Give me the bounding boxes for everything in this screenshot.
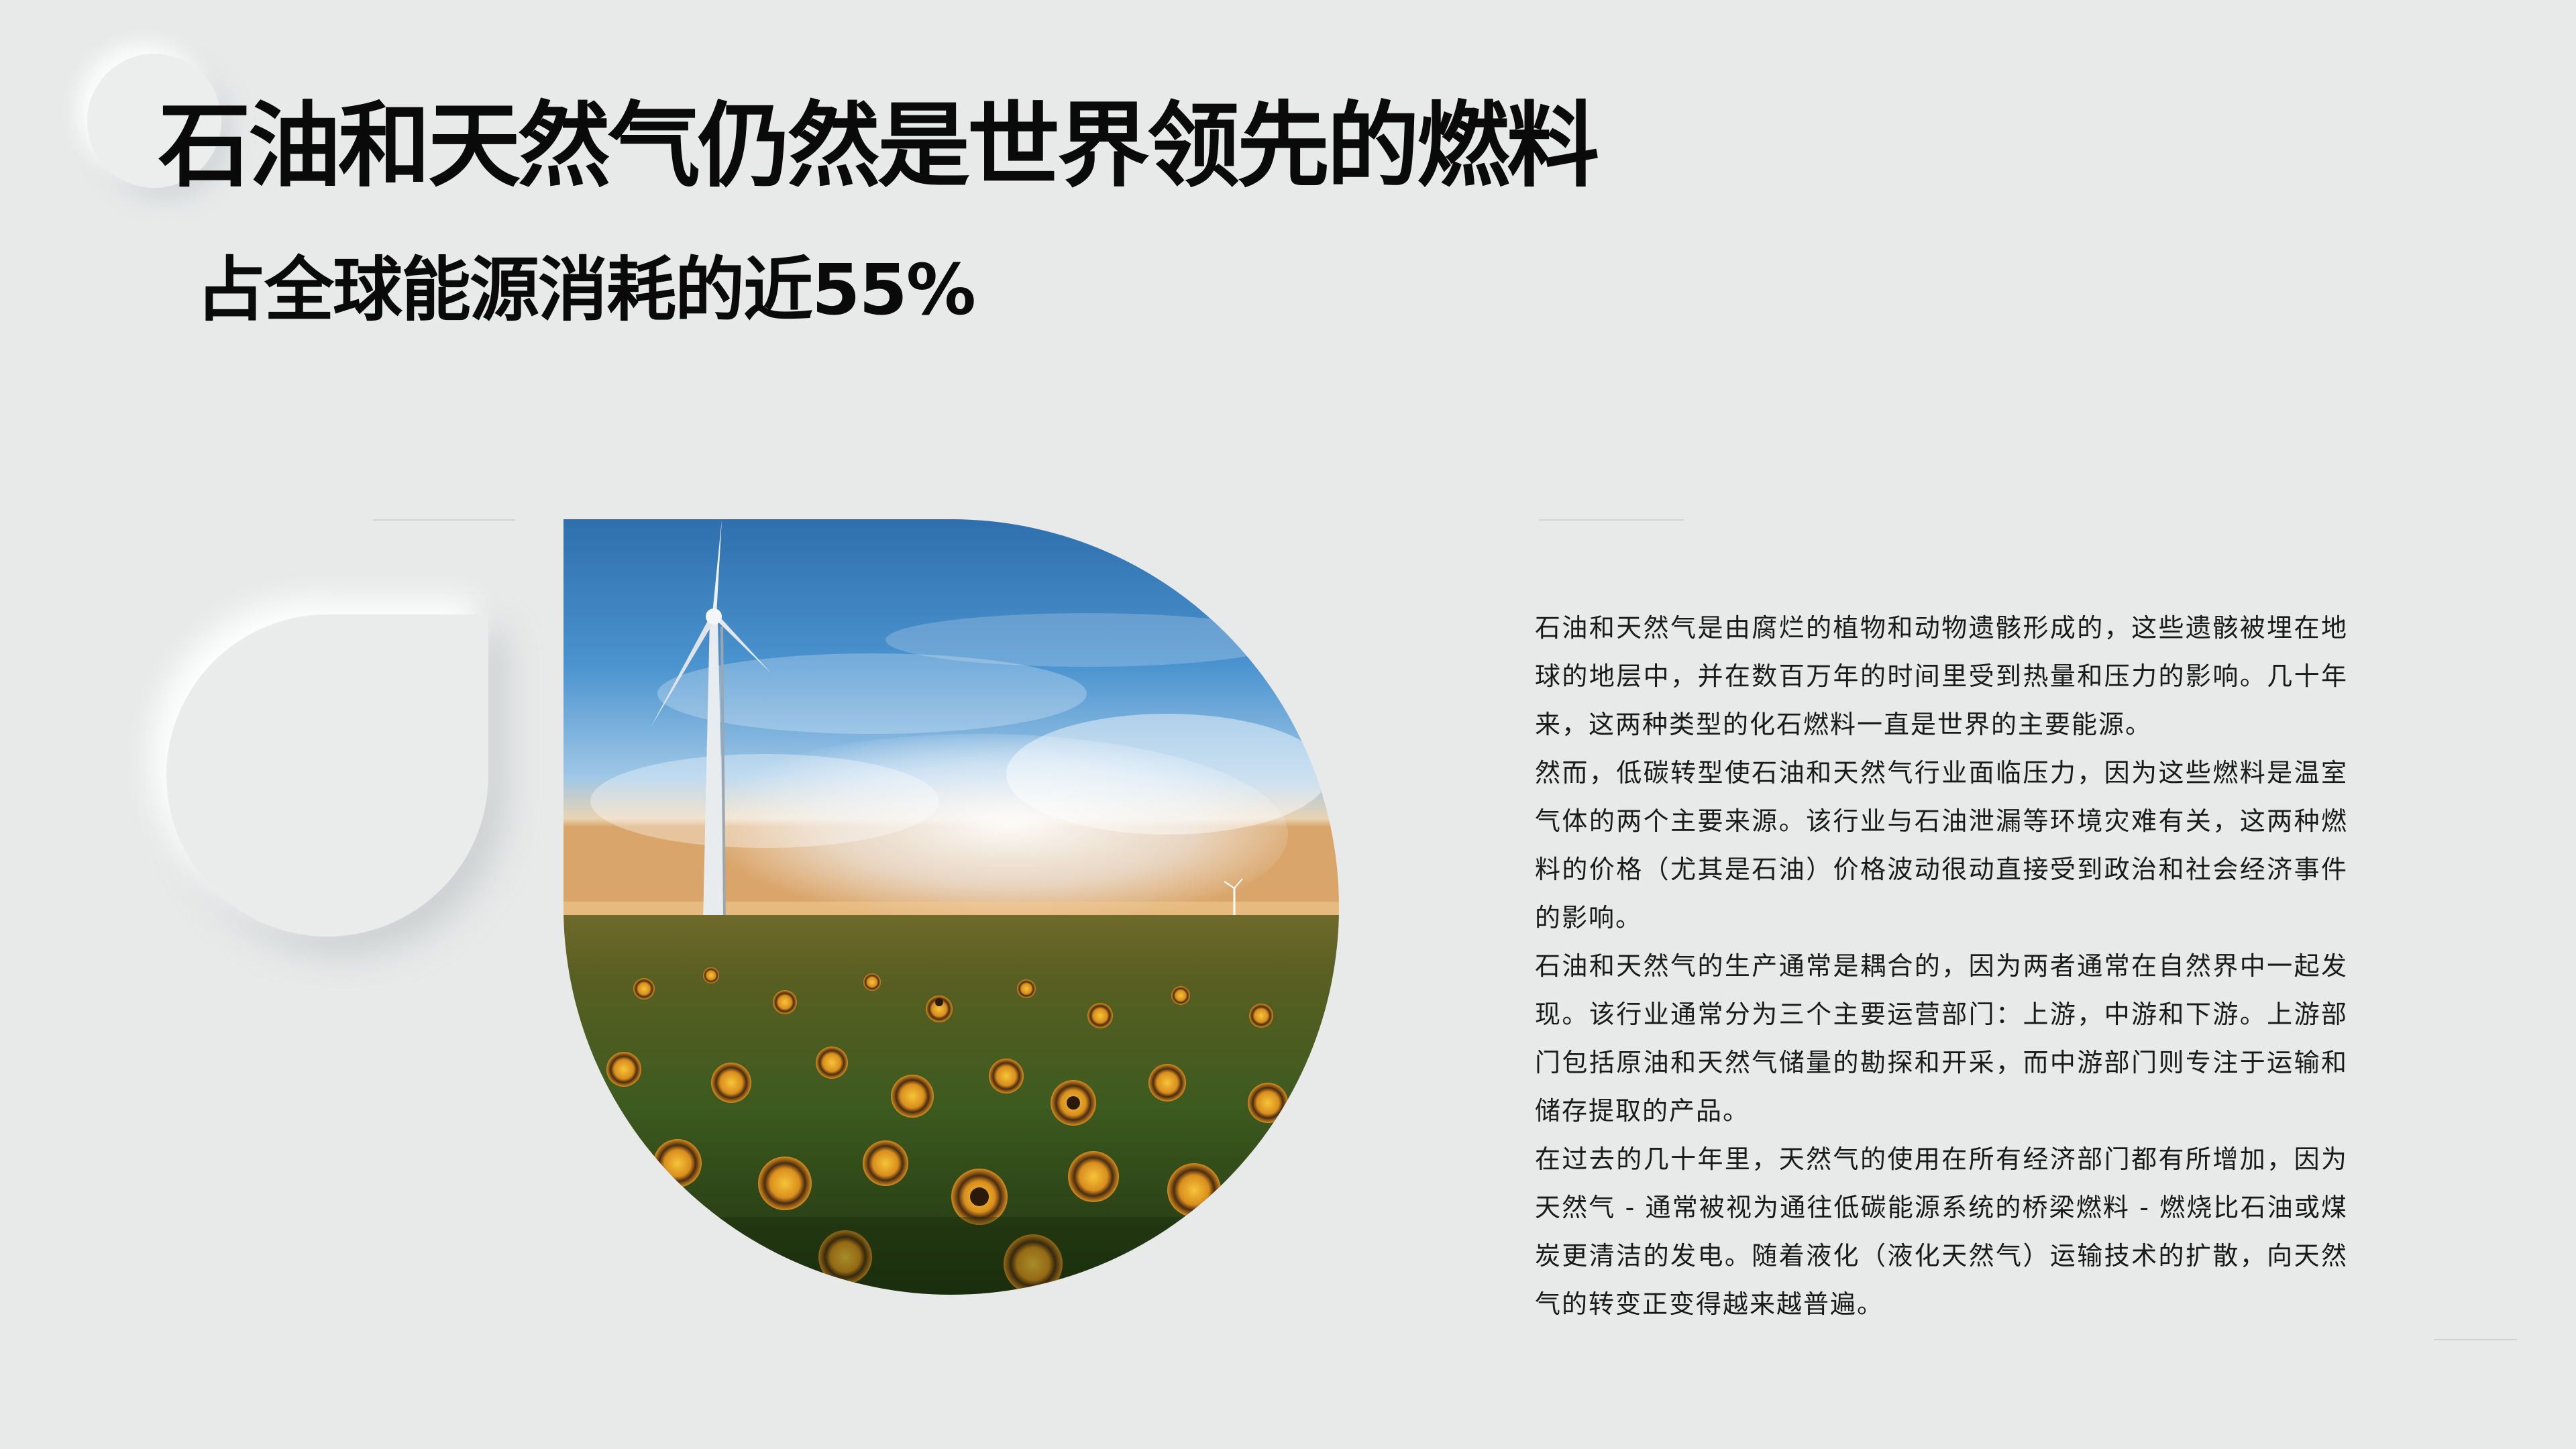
paragraph-3: 石油和天然气的生产通常是耦合的，因为两者通常在自然界中一起发现。该行业通常分为三…: [1535, 951, 2348, 1126]
divider-right: [1539, 519, 1684, 521]
divider-bottom: [2434, 1339, 2517, 1340]
divider-left: [373, 519, 515, 521]
paragraph-1: 石油和天然气是由腐烂的植物和动物遗骸形成的，这些遗骸被埋在地球的地层中，并在数百…: [1535, 613, 2348, 739]
wind-turbine-sunflower-photo: [564, 519, 1339, 1295]
slide-subtitle: 占全球能源消耗的近55%: [196, 249, 976, 331]
slide-title: 石油和天然气仍然是世界领先的燃料: [158, 92, 1599, 200]
decorative-leaf-shape: [166, 614, 488, 936]
paragraph-4: 在过去的几十年里，天然气的使用在所有经济部门都有所增加，因为天然气 - 通常被视…: [1535, 1144, 2348, 1319]
body-text-block: 石油和天然气是由腐烂的植物和动物遗骸形成的，这些遗骸被埋在地球的地层中，并在数百…: [1535, 604, 2348, 1328]
slide: 石油和天然气仍然是世界领先的燃料 占全球能源消耗的近55% 石油和天然气是由腐烂…: [0, 0, 2576, 1449]
paragraph-2: 然而，低碳转型使石油和天然气行业面临压力，因为这些燃料是温室气体的两个主要来源。…: [1535, 758, 2348, 932]
